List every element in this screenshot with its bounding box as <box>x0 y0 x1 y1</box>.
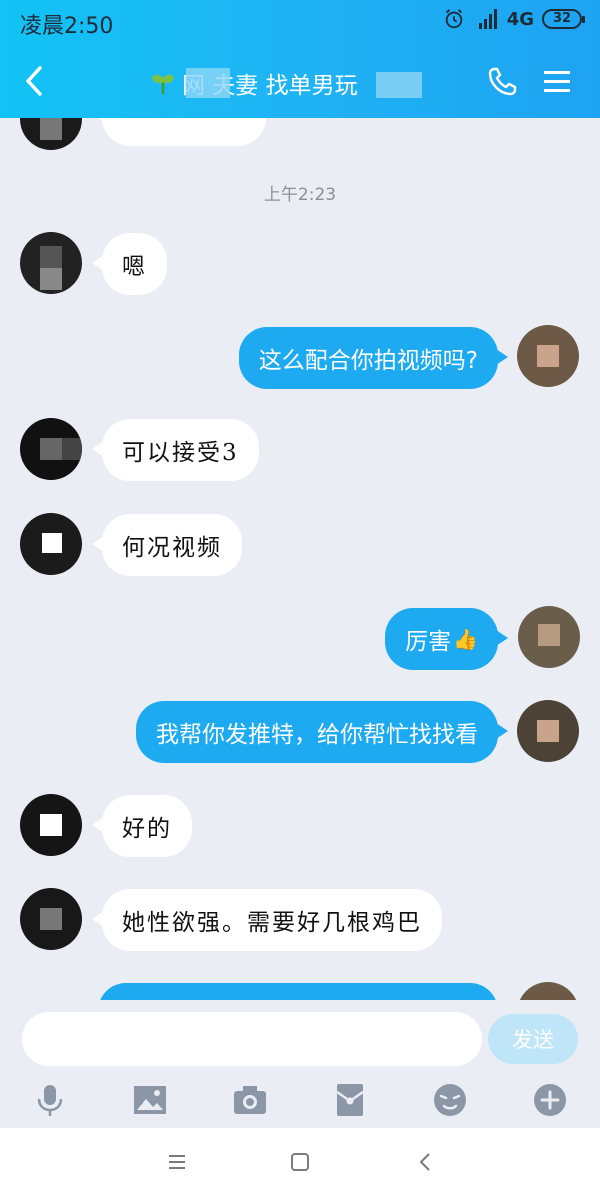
thumbs-up-icon: 👍 <box>453 627 478 651</box>
message-bubble[interactable]: 厉害 👍 <box>385 608 508 670</box>
censor-block <box>376 72 422 98</box>
menu-icon[interactable] <box>543 68 571 96</box>
message-bubble[interactable]: 嗯 <box>92 233 167 295</box>
back-nav-icon[interactable] <box>414 1150 438 1174</box>
chat-title[interactable]: 网 夫妻 找单男玩 <box>150 66 358 100</box>
alarm-icon <box>445 9 462 29</box>
message-timestamp: 上午2:23 <box>263 185 337 205</box>
message-bubble[interactable]: 这么配合你拍视频吗? <box>238 327 509 389</box>
avatar[interactable] <box>20 418 82 480</box>
message-bubble-partial[interactable] <box>92 118 266 146</box>
red-packet-icon[interactable] <box>332 1082 368 1118</box>
back-arrow-icon[interactable] <box>20 64 48 98</box>
battery-icon: 32 <box>542 9 585 29</box>
emoji-icon[interactable] <box>432 1082 468 1118</box>
status-time: 凌晨2:50 <box>20 14 114 39</box>
avatar[interactable] <box>517 700 579 762</box>
mic-icon[interactable] <box>32 1082 68 1118</box>
avatar[interactable] <box>518 606 580 668</box>
title-bar: 网 夫妻 找单男玩 <box>0 44 600 118</box>
network-label: 4G <box>506 8 534 30</box>
plus-icon[interactable] <box>532 1082 568 1118</box>
message-bubble[interactable]: 可以接受3 <box>92 419 259 481</box>
message-bubble[interactable]: 何况视频 <box>92 514 242 576</box>
system-nav-bar <box>0 1128 600 1200</box>
message-input[interactable] <box>22 1012 482 1066</box>
phone-icon[interactable] <box>486 66 518 98</box>
avatar[interactable] <box>20 888 82 950</box>
censor-block <box>186 68 230 98</box>
status-icons: 4G 32 <box>443 8 585 30</box>
message-bubble[interactable]: 我帮你发推特，给你帮忙找找看 <box>136 701 508 763</box>
input-bar: 发送 <box>0 1000 600 1076</box>
avatar[interactable] <box>517 325 579 387</box>
signal-icon <box>478 9 497 29</box>
header: 凌晨2:50 4G 32 网 夫妻 找单男玩 <box>0 0 600 118</box>
message-bubble[interactable]: 她性欲强。需要好几根鸡巴 <box>92 889 442 951</box>
status-bar: 凌晨2:50 4G 32 <box>0 0 600 44</box>
camera-icon[interactable] <box>232 1082 268 1118</box>
input-toolbar <box>0 1076 600 1128</box>
image-icon[interactable] <box>132 1082 168 1118</box>
avatar[interactable] <box>20 232 82 294</box>
send-button[interactable]: 发送 <box>488 1014 578 1064</box>
message-bubble[interactable]: 好的 <box>92 795 192 857</box>
avatar[interactable] <box>20 513 82 575</box>
chat-area[interactable]: 上午2:23 嗯 这么配合你拍视频吗? 可以接受3 何况视频 厉害 👍 我帮你发… <box>0 118 600 1008</box>
message-text: 厉害 <box>405 629 452 655</box>
menu-nav-icon[interactable] <box>165 1150 189 1174</box>
avatar[interactable] <box>20 794 82 856</box>
avatar[interactable] <box>20 118 82 150</box>
home-icon[interactable] <box>288 1150 312 1174</box>
sprout-icon <box>152 74 174 94</box>
